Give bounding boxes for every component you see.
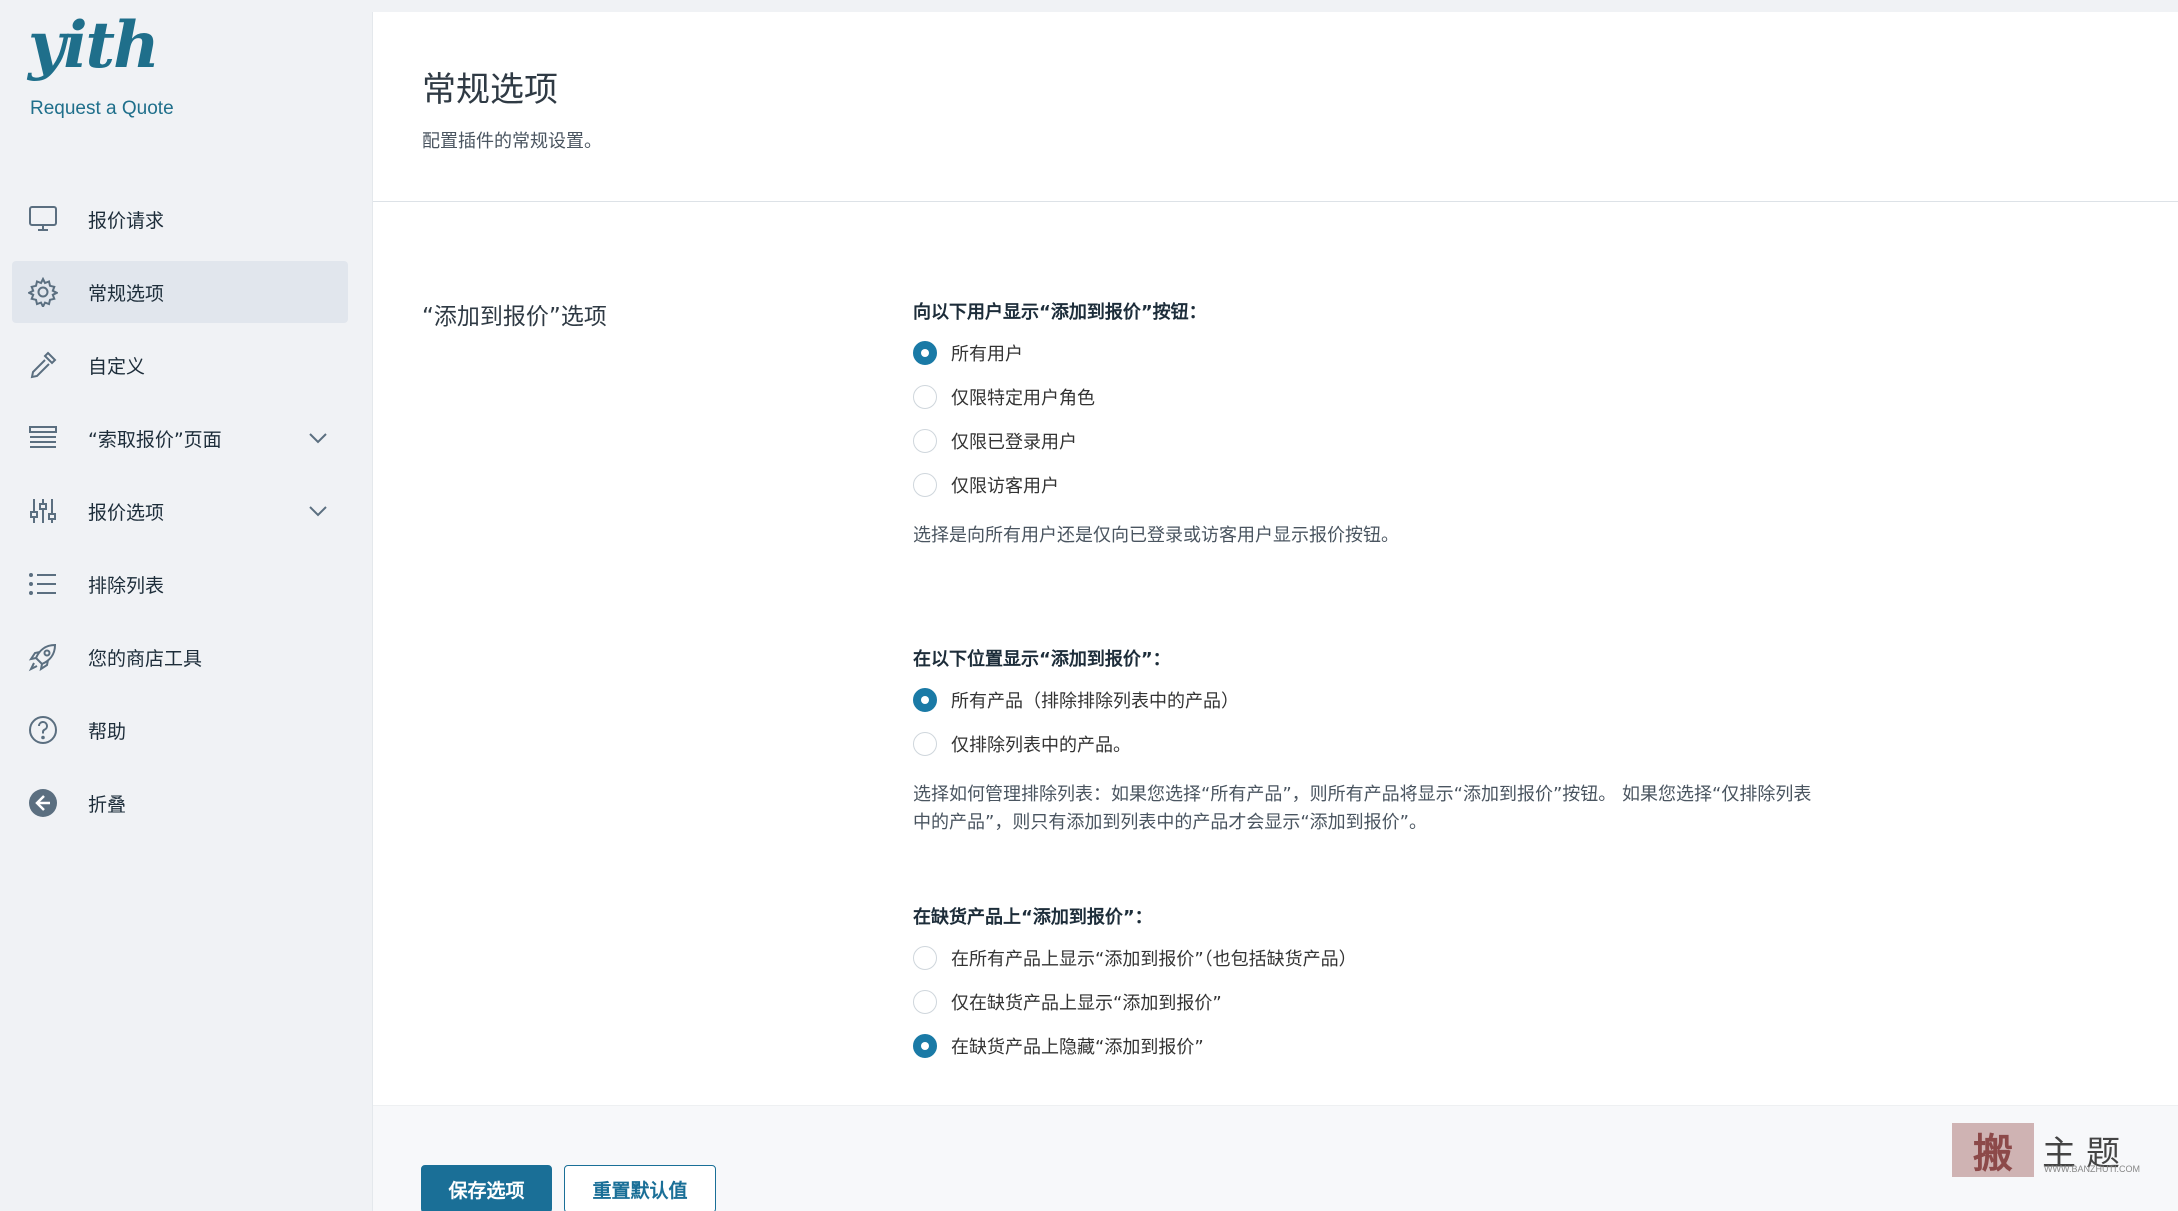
section-title: “添加到报价”选项 [422, 304, 607, 330]
radio-label: 仅排除列表中的产品。 [951, 735, 1131, 756]
field-help: 选择是向所有用户还是仅向已登录或访客用户显示报价按钮。 [913, 525, 1399, 546]
radio-label: 仅限特定用户角色 [951, 388, 1095, 409]
sidebar-item-quote-requests[interactable]: 报价请求 [12, 188, 348, 250]
sidebar-item-general-options[interactable]: 常规选项 [12, 261, 348, 323]
radio-button[interactable] [913, 341, 937, 365]
radio-label: 所有用户 [951, 344, 1023, 365]
list-icon [26, 567, 60, 601]
radio-button[interactable] [913, 732, 937, 756]
sidebar: yith Request a Quote 报价请求 常规选项 自定义 “索取报价… [0, 0, 372, 1211]
radio-button[interactable] [913, 1034, 937, 1058]
radio-label: 在所有产品上显示“添加到报价”（也包括缺货产品） [951, 949, 1357, 970]
footer-bar: 保存选项 重置默认值 [373, 1105, 2178, 1211]
field-show-on-products: 在以下位置显示“添加到报价”： 所有产品（排除排除列表中的产品） 仅排除列表中的… [913, 645, 1813, 837]
radio-button[interactable] [913, 990, 937, 1014]
sidebar-item-label: 折叠 [88, 793, 127, 816]
main-panel: 常规选项 配置插件的常规设置。 “添加到报价”选项 向以下用户显示“添加到报价”… [372, 12, 2178, 1211]
layers-icon [26, 421, 60, 455]
monitor-icon [26, 202, 60, 236]
sidebar-item-label: “索取报价”页面 [88, 428, 222, 451]
sidebar-item-label: 排除列表 [88, 574, 165, 597]
radio-button[interactable] [913, 385, 937, 409]
rocket-icon [26, 640, 60, 674]
sidebar-nav: 报价请求 常规选项 自定义 “索取报价”页面 报价选项 排除列表 您的商店工具 … [12, 188, 348, 845]
field-label: 在缺货产品上“添加到报价”： [913, 907, 1153, 928]
radio-option-hide-out-of-stock[interactable]: 在缺货产品上隐藏“添加到报价” [913, 1017, 1813, 1075]
save-options-button[interactable]: 保存选项 [421, 1165, 552, 1211]
help-icon [26, 713, 60, 747]
sidebar-item-label: 常规选项 [88, 282, 165, 305]
radio-option-guests[interactable]: 仅限访客用户 [913, 456, 1813, 514]
page-title: 常规选项 [422, 70, 558, 110]
field-show-button-to: 向以下用户显示“添加到报价”按钮： 所有用户 仅限特定用户角色 仅限已登录用户 … [913, 298, 1813, 550]
chevron-down-icon[interactable] [308, 427, 328, 449]
sidebar-item-label: 自定义 [88, 355, 146, 378]
radio-label: 仅限已登录用户 [951, 432, 1077, 453]
radio-button[interactable] [913, 429, 937, 453]
sidebar-item-collapse[interactable]: 折叠 [12, 772, 348, 834]
reset-defaults-button[interactable]: 重置默认值 [564, 1165, 716, 1211]
radio-button[interactable] [913, 946, 937, 970]
sidebar-item-label: 帮助 [88, 720, 127, 743]
radio-option-excluded-only[interactable]: 仅排除列表中的产品。 [913, 715, 1813, 773]
watermark-stamp: 搬 [1952, 1123, 2034, 1177]
gear-icon [26, 275, 60, 309]
sidebar-item-help[interactable]: 帮助 [12, 699, 348, 761]
sidebar-item-quote-page[interactable]: “索取报价”页面 [12, 407, 348, 469]
field-out-of-stock: 在缺货产品上“添加到报价”： 在所有产品上显示“添加到报价”（也包括缺货产品） … [913, 903, 1813, 1075]
sidebar-item-store-tools[interactable]: 您的商店工具 [12, 626, 348, 688]
field-label: 向以下用户显示“添加到报价”按钮： [913, 302, 1207, 323]
radio-label: 所有产品（排除排除列表中的产品） [951, 691, 1239, 712]
sidebar-item-customization[interactable]: 自定义 [12, 334, 348, 396]
sidebar-item-label: 报价请求 [88, 209, 165, 232]
yith-logo: yith [28, 8, 160, 83]
sliders-icon [26, 494, 60, 528]
sidebar-item-label: 您的商店工具 [88, 647, 203, 670]
eyedropper-icon [26, 348, 60, 382]
watermark-logo: 搬 主题 WWW.BANZHUTI.COM [1952, 1120, 2142, 1180]
field-help: 选择如何管理排除列表：如果您选择“所有产品”，则所有产品将显示“添加到报价”按钮… [913, 784, 1812, 833]
radio-label: 在缺货产品上隐藏“添加到报价” [951, 1037, 1204, 1058]
radio-button[interactable] [913, 473, 937, 497]
sidebar-item-exclusion-list[interactable]: 排除列表 [12, 553, 348, 615]
divider [373, 201, 2178, 202]
plugin-name: Request a Quote [30, 98, 174, 119]
radio-label: 仅在缺货产品上显示“添加到报价” [951, 993, 1222, 1014]
chevron-down-icon[interactable] [308, 500, 328, 522]
collapse-arrow-icon [26, 786, 60, 820]
radio-button[interactable] [913, 688, 937, 712]
radio-label: 仅限访客用户 [951, 476, 1059, 497]
page-description: 配置插件的常规设置。 [422, 131, 602, 152]
sidebar-item-label: 报价选项 [88, 501, 165, 524]
sidebar-item-quote-options[interactable]: 报价选项 [12, 480, 348, 542]
watermark-url: WWW.BANZHUTI.COM [2044, 1164, 2140, 1174]
field-label: 在以下位置显示“添加到报价”： [913, 649, 1171, 670]
